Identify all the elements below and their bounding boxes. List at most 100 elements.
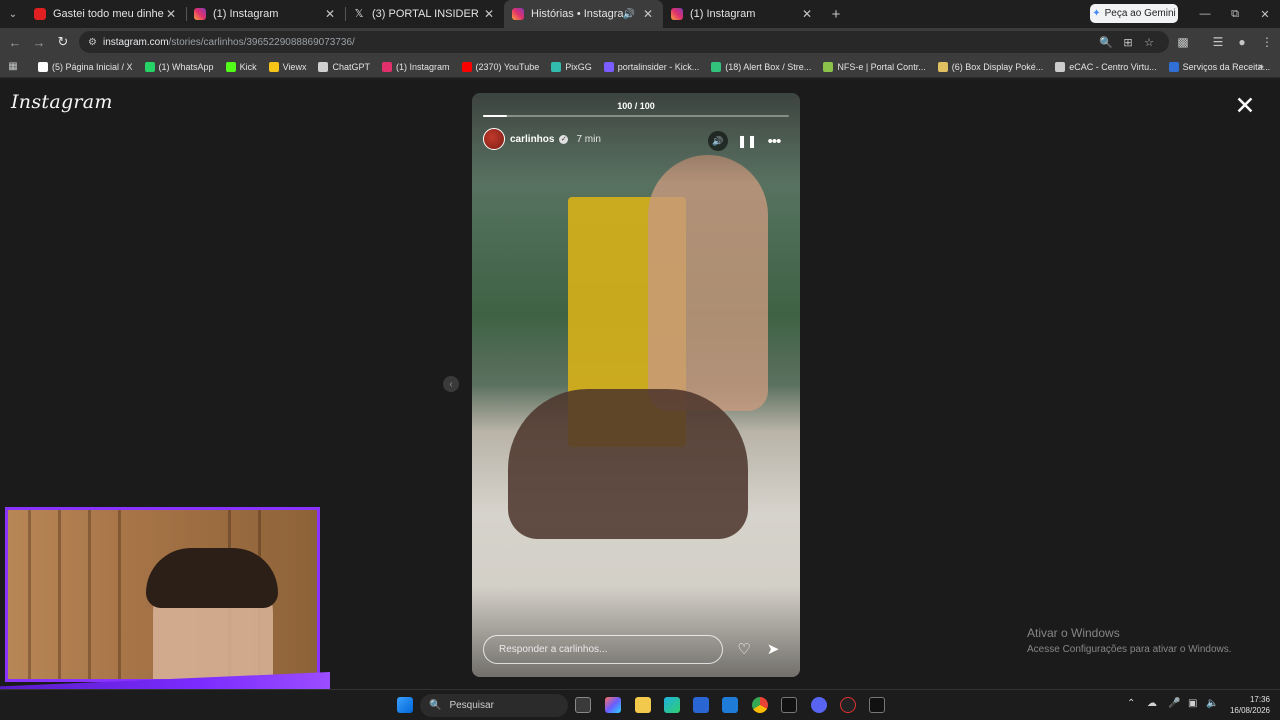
- close-tab-icon[interactable]: ✕: [641, 7, 655, 21]
- story-card[interactable]: 100 / 100 carlinhos ✓ 7 min 🔊 ❚❚ ••• Res…: [472, 93, 800, 677]
- reply-placeholder: Responder a carlinhos...: [499, 644, 608, 655]
- back-icon[interactable]: ←: [6, 33, 24, 51]
- bookmark-label: (1) Instagram: [395, 61, 450, 72]
- receita-icon: [1168, 61, 1179, 72]
- webcam-image-region: [146, 548, 278, 608]
- tray-app-icon[interactable]: ☁: [1147, 698, 1157, 709]
- tab-x-portal-insider[interactable]: 𝕏 (3) PORTAL INSIDER (@Portal_I ✕: [345, 0, 504, 28]
- zoom-icon[interactable]: 🔍: [1097, 31, 1115, 53]
- bookmark-label: (2370) YouTube: [475, 61, 540, 72]
- tab-instagram-1[interactable]: (1) Instagram ✕: [186, 0, 345, 28]
- speaker-icon[interactable]: 🔈: [1206, 698, 1218, 709]
- bookmark-label: (18) Alert Box / Stre...: [725, 61, 812, 72]
- whatsapp-icon: [144, 61, 155, 72]
- more-options-icon[interactable]: •••: [764, 131, 784, 151]
- bookmark-item[interactable]: (2370) YouTube: [461, 61, 540, 72]
- tab-instagram-2[interactable]: (1) Instagram ✕: [663, 0, 822, 28]
- tab-title: (1) Instagram: [213, 8, 279, 20]
- bookmark-label: (5) Página Inicial / X: [52, 61, 133, 72]
- bookmark-item[interactable]: ChatGPT: [318, 61, 370, 72]
- bookmark-item[interactable]: (6) Box Display Poké...: [937, 61, 1043, 72]
- store-icon[interactable]: [693, 697, 709, 713]
- bookmark-item[interactable]: (5) Página Inicial / X: [38, 61, 133, 72]
- microphone-icon[interactable]: 🎤: [1168, 698, 1180, 709]
- heart-icon[interactable]: ♡: [733, 638, 755, 660]
- capcut-icon[interactable]: [781, 697, 797, 713]
- edge-icon[interactable]: [664, 697, 680, 713]
- bookmark-item[interactable]: eCAC - Centro Virtu...: [1055, 61, 1157, 72]
- clock-time: 17:36: [1249, 695, 1270, 704]
- gemini-button[interactable]: ✦ Peça ao Gemini: [1090, 4, 1178, 23]
- tab-title: Histórias • Instagram: [531, 8, 623, 20]
- minimize-icon[interactable]: —: [1190, 0, 1220, 28]
- tab-youtube[interactable]: Gastei todo meu dinheiro em T ✕: [26, 0, 186, 28]
- story-username[interactable]: carlinhos: [510, 134, 554, 145]
- copilot-icon[interactable]: [605, 697, 621, 713]
- file-explorer-icon[interactable]: [635, 697, 651, 713]
- webcam-background: [58, 510, 61, 679]
- forward-icon[interactable]: →: [30, 33, 48, 51]
- bookmark-item[interactable]: (18) Alert Box / Stre...: [711, 61, 812, 72]
- alertbox-icon: [711, 61, 722, 72]
- bookmark-label: Viewx: [282, 61, 307, 72]
- previous-story-icon[interactable]: ‹: [443, 376, 459, 392]
- reload-icon[interactable]: ↻: [54, 33, 72, 51]
- bookmark-star-icon[interactable]: ☆: [1140, 31, 1158, 53]
- story-image-region: [508, 389, 748, 539]
- gemini-button-label: Peça ao Gemini: [1104, 8, 1176, 19]
- bookmark-item[interactable]: Viewx: [268, 61, 307, 72]
- chrome-icon[interactable]: [752, 697, 768, 713]
- network-icon[interactable]: ▣: [1188, 698, 1197, 709]
- apps-grid-icon[interactable]: ▦: [0, 61, 26, 72]
- system-clock[interactable]: 17:36 16/08/2026: [1226, 694, 1270, 716]
- close-tab-icon[interactable]: ✕: [800, 7, 814, 21]
- verified-badge-icon: ✓: [559, 134, 569, 144]
- media-controls-icon[interactable]: ☰: [1209, 33, 1227, 51]
- bookmark-item[interactable]: portalinsider - Kick...: [603, 61, 699, 72]
- share-icon[interactable]: ➤: [762, 638, 784, 660]
- bookmark-item[interactable]: (1) WhatsApp: [144, 61, 214, 72]
- discord-icon[interactable]: [811, 697, 827, 713]
- webcam-background: [118, 510, 121, 679]
- pause-icon[interactable]: ❚❚: [737, 131, 757, 151]
- instagram-logo[interactable]: Instagram: [11, 91, 113, 113]
- tab-search-chevron-icon[interactable]: ⌄: [0, 0, 26, 28]
- tab-instagram-stories[interactable]: Histórias • Instagram 🔊 ✕: [504, 0, 663, 28]
- chatgpt-icon: [318, 61, 329, 72]
- tab-audio-icon[interactable]: 🔊: [623, 9, 635, 20]
- volume-icon[interactable]: 🔊: [708, 131, 728, 151]
- more-bookmarks-icon[interactable]: »: [1258, 61, 1264, 73]
- reply-input[interactable]: Responder a carlinhos...: [483, 635, 723, 664]
- site-info-icon[interactable]: ⚙: [88, 37, 97, 48]
- close-story-icon[interactable]: ✕: [1232, 93, 1258, 119]
- extensions-icon[interactable]: ▩: [1174, 33, 1192, 51]
- task-view-icon[interactable]: [575, 697, 591, 713]
- nfse-icon: [823, 61, 834, 72]
- windows-start-icon[interactable]: [397, 697, 413, 713]
- avatar[interactable]: [483, 128, 505, 150]
- close-tab-icon[interactable]: ✕: [482, 7, 496, 21]
- address-bar[interactable]: ⚙ instagram.com/stories/carlinhos/396522…: [79, 31, 1169, 53]
- new-tab-icon[interactable]: +: [822, 6, 850, 23]
- taskbar-search[interactable]: 🔍 Pesquisar: [420, 694, 568, 717]
- bookmark-item[interactable]: Kick: [225, 61, 257, 72]
- restore-icon[interactable]: ⧉: [1220, 0, 1250, 28]
- bookmark-item[interactable]: NFS-e | Portal Contr...: [823, 61, 926, 72]
- close-tab-icon[interactable]: ✕: [323, 7, 337, 21]
- bookmark-label: (1) WhatsApp: [158, 61, 214, 72]
- bookmark-item[interactable]: PixGG: [551, 61, 592, 72]
- profile-avatar-icon[interactable]: ●: [1233, 33, 1251, 51]
- close-tab-icon[interactable]: ✕: [164, 7, 178, 21]
- install-app-icon[interactable]: ⊞: [1119, 31, 1137, 53]
- capcut-icon[interactable]: [869, 697, 885, 713]
- address-url[interactable]: instagram.com/stories/carlinhos/39652290…: [103, 37, 355, 48]
- obs-icon[interactable]: [840, 697, 856, 713]
- bookmark-item[interactable]: (1) Instagram: [381, 61, 450, 72]
- story-timestamp: 7 min: [576, 133, 601, 145]
- close-window-icon[interactable]: ✕: [1250, 0, 1280, 28]
- bookmark-label: PixGG: [565, 61, 592, 72]
- bookmark-item[interactable]: Serviços da Receita...: [1168, 61, 1270, 72]
- outlook-icon[interactable]: [722, 697, 738, 713]
- tray-chevron-icon[interactable]: ⌃: [1127, 698, 1135, 709]
- more-menu-icon[interactable]: ⋮: [1258, 33, 1276, 51]
